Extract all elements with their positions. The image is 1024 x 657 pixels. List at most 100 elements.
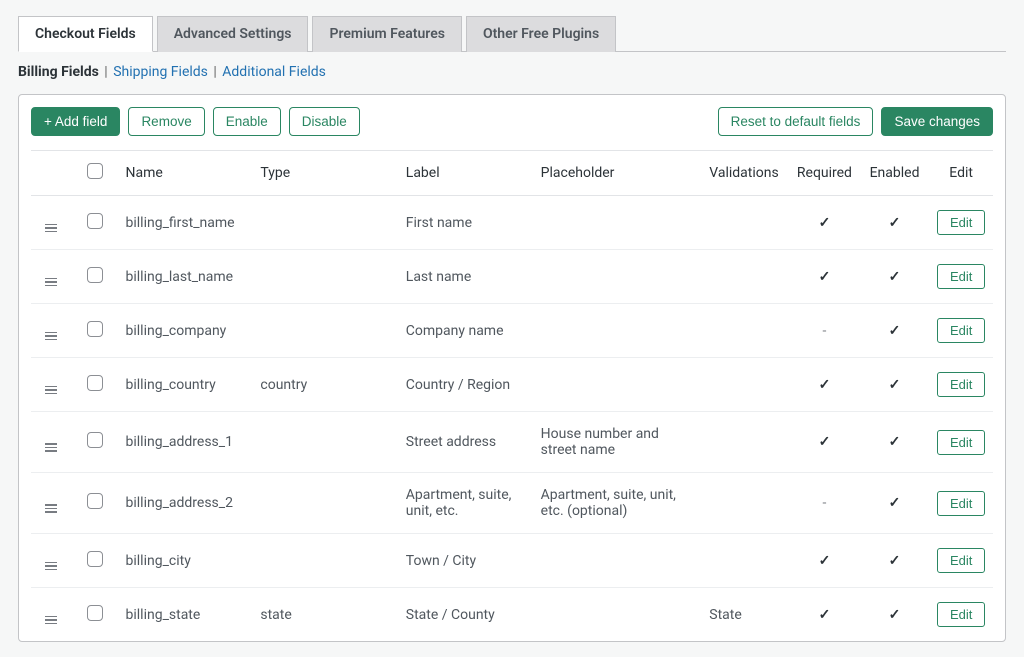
tab-premium-features[interactable]: Premium Features: [312, 16, 461, 52]
drag-handle-icon[interactable]: [45, 332, 57, 341]
table-row: billing_companyCompany name-✓Edit: [31, 304, 993, 358]
row-checkbox[interactable]: [87, 605, 103, 621]
row-name: billing_company: [120, 304, 255, 358]
row-required: -: [789, 304, 860, 358]
row-label: Country / Region: [400, 358, 535, 412]
reset-button[interactable]: Reset to default fields: [718, 107, 874, 136]
check-icon: ✓: [889, 269, 901, 285]
col-enabled-header: Enabled: [860, 151, 930, 196]
check-icon: ✓: [819, 607, 831, 623]
row-checkbox[interactable]: [87, 551, 103, 567]
row-placeholder: Apartment, suite, unit, etc. (optional): [535, 473, 704, 534]
row-required: ✓: [789, 534, 860, 588]
drag-handle-icon[interactable]: [45, 443, 57, 452]
check-icon: ✓: [889, 434, 901, 450]
row-placeholder: House number and street name: [535, 412, 704, 473]
disable-button[interactable]: Disable: [289, 107, 360, 136]
edit-button[interactable]: Edit: [937, 264, 985, 289]
subnav-billing[interactable]: Billing Fields: [18, 64, 99, 80]
drag-handle-icon[interactable]: [45, 386, 57, 395]
row-validations: [703, 358, 789, 412]
dash-icon: -: [822, 495, 826, 511]
col-placeholder-header: Placeholder: [535, 151, 704, 196]
row-checkbox[interactable]: [87, 213, 103, 229]
table-row: billing_address_1Street addressHouse num…: [31, 412, 993, 473]
edit-button[interactable]: Edit: [937, 602, 985, 627]
table-row: billing_statestateState / CountyState✓✓E…: [31, 588, 993, 642]
drag-handle-icon[interactable]: [45, 616, 57, 625]
subnav-additional[interactable]: Additional Fields: [222, 64, 326, 80]
edit-button[interactable]: Edit: [937, 548, 985, 573]
edit-button[interactable]: Edit: [937, 372, 985, 397]
table-row: billing_countrycountryCountry / Region✓✓…: [31, 358, 993, 412]
row-label: State / County: [400, 588, 535, 642]
check-icon: ✓: [819, 434, 831, 450]
remove-button[interactable]: Remove: [128, 107, 204, 136]
check-icon: ✓: [889, 495, 901, 511]
row-name: billing_first_name: [120, 196, 255, 250]
row-label: Apartment, suite, unit, etc.: [400, 473, 535, 534]
row-checkbox[interactable]: [87, 267, 103, 283]
row-enabled: ✓: [860, 534, 930, 588]
row-type: [254, 196, 399, 250]
drag-handle-icon[interactable]: [45, 224, 57, 233]
row-placeholder: [535, 534, 704, 588]
row-placeholder: [535, 304, 704, 358]
row-type: [254, 412, 399, 473]
row-checkbox[interactable]: [87, 493, 103, 509]
row-placeholder: [535, 588, 704, 642]
select-all-header: [71, 151, 119, 196]
row-label: Last name: [400, 250, 535, 304]
row-name: billing_last_name: [120, 250, 255, 304]
row-validations: [703, 412, 789, 473]
row-validations: [703, 534, 789, 588]
check-icon: ✓: [889, 323, 901, 339]
tabs-container: Checkout Fields Advanced Settings Premiu…: [18, 15, 1006, 52]
tab-advanced-settings[interactable]: Advanced Settings: [157, 16, 309, 52]
row-enabled: ✓: [860, 412, 930, 473]
row-type: state: [254, 588, 399, 642]
check-icon: ✓: [889, 607, 901, 623]
tab-other-free-plugins[interactable]: Other Free Plugins: [466, 16, 616, 52]
row-enabled: ✓: [860, 304, 930, 358]
check-icon: ✓: [819, 377, 831, 393]
edit-button[interactable]: Edit: [937, 491, 985, 516]
row-placeholder: [535, 196, 704, 250]
row-type: country: [254, 358, 399, 412]
row-required: -: [789, 473, 860, 534]
table-row: billing_address_2Apartment, suite, unit,…: [31, 473, 993, 534]
dash-icon: -: [822, 323, 826, 339]
drag-handle-icon[interactable]: [45, 562, 57, 571]
save-button[interactable]: Save changes: [881, 107, 993, 136]
row-checkbox[interactable]: [87, 375, 103, 391]
row-validations: [703, 196, 789, 250]
row-validations: [703, 473, 789, 534]
col-edit-header: Edit: [929, 151, 993, 196]
row-placeholder: [535, 358, 704, 412]
row-validations: [703, 250, 789, 304]
col-label-header: Label: [400, 151, 535, 196]
subnav-shipping[interactable]: Shipping Fields: [113, 64, 208, 80]
row-name: billing_city: [120, 534, 255, 588]
row-placeholder: [535, 250, 704, 304]
drag-handle-icon[interactable]: [45, 504, 57, 513]
check-icon: ✓: [819, 215, 831, 231]
row-type: [254, 250, 399, 304]
table-row: billing_cityTown / City✓✓Edit: [31, 534, 993, 588]
row-required: ✓: [789, 250, 860, 304]
row-type: [254, 534, 399, 588]
enable-button[interactable]: Enable: [213, 107, 281, 136]
add-field-button[interactable]: + Add field: [31, 107, 120, 136]
row-required: ✓: [789, 588, 860, 642]
row-name: billing_country: [120, 358, 255, 412]
edit-button[interactable]: Edit: [937, 210, 985, 235]
select-all-checkbox[interactable]: [87, 163, 103, 179]
edit-button[interactable]: Edit: [937, 430, 985, 455]
fields-table: Name Type Label Placeholder Validations …: [31, 150, 993, 641]
tab-checkout-fields[interactable]: Checkout Fields: [18, 16, 153, 52]
drag-handle-icon[interactable]: [45, 278, 57, 287]
row-checkbox[interactable]: [87, 432, 103, 448]
edit-button[interactable]: Edit: [937, 318, 985, 343]
row-checkbox[interactable]: [87, 321, 103, 337]
toolbar-left: + Add field Remove Enable Disable: [31, 107, 360, 136]
